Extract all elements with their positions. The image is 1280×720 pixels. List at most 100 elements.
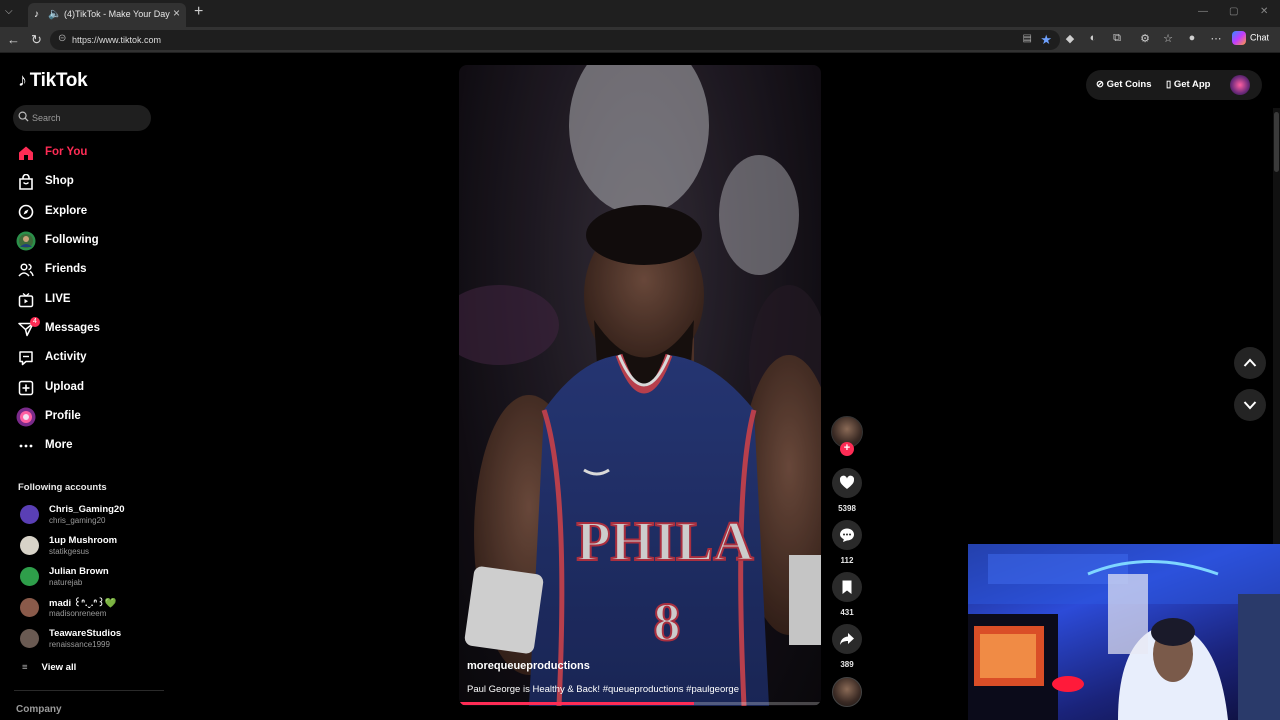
search-input[interactable]: Search (13, 105, 151, 131)
video-player[interactable]: PHILA 8 morequeueproductions Paul George… (459, 65, 821, 706)
nav-activity[interactable]: Activity (16, 346, 166, 370)
logo-text: TikTok (29, 70, 88, 91)
extension-icon[interactable]: ◆ (1063, 32, 1077, 45)
user-avatar[interactable] (1230, 75, 1250, 95)
extensions-puzzle-icon[interactable]: ⧉ (1110, 32, 1124, 45)
minimize-icon[interactable]: — (1198, 6, 1208, 17)
account-handle: renaissance1999 (49, 640, 110, 649)
company-link[interactable]: Company (16, 704, 62, 715)
browser-tab[interactable]: ♪ 🔈 (4)TikTok - Make Your Day × (28, 3, 186, 27)
favorite-star-icon[interactable]: ★ (1040, 32, 1052, 48)
search-icon (18, 111, 29, 122)
account-name: TeawareStudios (49, 628, 122, 639)
address-bar[interactable]: ⊝ https://www.tiktok.com ▤ ★ (50, 30, 1060, 50)
next-video-button[interactable] (1234, 389, 1266, 421)
video-progress-bar[interactable] (459, 702, 821, 705)
nav-more[interactable]: More (16, 434, 166, 458)
copilot-icon (1232, 31, 1246, 45)
account-avatar (20, 567, 39, 586)
account-item[interactable]: TeawareStudios renaissance1999 (18, 626, 168, 652)
account-name: Chris_Gaming20 (49, 504, 125, 515)
refresh-icon[interactable]: ↻ (31, 32, 42, 48)
settings-more-icon[interactable]: ⋯ (1209, 32, 1223, 45)
follow-plus-icon[interactable]: + (840, 442, 854, 456)
profile-avatar-browser-icon[interactable]: ● (1185, 32, 1199, 44)
favorites-icon[interactable]: ☆ (1161, 32, 1175, 45)
nav-label: Profile (45, 410, 81, 422)
close-tab-icon[interactable]: × (173, 6, 180, 20)
site-info-icon[interactable]: ⊝ (58, 33, 66, 44)
nav-label: Messages (45, 322, 100, 334)
comment-button[interactable] (832, 520, 862, 550)
nav-label: Following (45, 234, 99, 246)
like-button[interactable] (832, 468, 862, 498)
nav-messages[interactable]: 4 Messages (16, 317, 166, 341)
url-text: https://www.tiktok.com (72, 35, 162, 45)
comment-icon (840, 528, 854, 542)
account-item[interactable]: Chris_Gaming20 chris_gaming20 (18, 502, 168, 528)
nav-label: Activity (45, 351, 87, 363)
nav-friends[interactable]: Friends (16, 258, 166, 282)
save-count: 431 (840, 608, 854, 617)
nav-label: LIVE (45, 293, 71, 305)
webcam-image (968, 544, 1280, 720)
nav-live[interactable]: LIVE (16, 288, 166, 312)
page-scrollbar[interactable] (1273, 108, 1280, 598)
nav-following[interactable]: Following (16, 229, 166, 253)
following-avatar-icon (16, 231, 36, 251)
nav-label: Upload (45, 381, 84, 393)
account-item[interactable]: 1up Mushroom statikgesus (18, 533, 168, 559)
profile-avatar-icon (16, 407, 36, 427)
reader-mode-icon[interactable]: ▤ (1023, 33, 1032, 44)
account-avatar (20, 536, 39, 555)
compass-icon (18, 204, 34, 220)
get-coins-button[interactable]: ⊘ Get Coins (1096, 79, 1151, 90)
account-item[interactable]: madi ꒰ᐢ.ˬ.ᐢ꒱💚 madisonreneem (18, 595, 168, 621)
tab-list-icon[interactable]: ⌵ (5, 6, 13, 17)
upload-icon (18, 380, 34, 396)
account-handle: madisonreneem (49, 609, 107, 618)
copilot-chat-button[interactable]: Chat (1232, 31, 1269, 45)
account-handle: naturejab (49, 578, 83, 587)
nav-label: For You (45, 146, 88, 158)
maximize-icon[interactable]: ▢ (1229, 6, 1238, 17)
toggle-extension-icon[interactable]: ◐ (1086, 32, 1100, 44)
save-button[interactable] (832, 572, 862, 602)
nav-for-you[interactable]: For You (16, 141, 166, 165)
nav-profile[interactable]: Profile (16, 405, 166, 429)
split-screen-icon[interactable]: ⚙ (1138, 32, 1152, 45)
account-avatar (20, 505, 39, 524)
chevron-down-icon (1243, 401, 1257, 410)
sound-avatar[interactable] (832, 677, 862, 707)
header-actions: ⊘ Get Coins ▯ Get App (1086, 70, 1262, 100)
scrollbar-thumb[interactable] (1274, 112, 1279, 172)
comment-count: 112 (840, 556, 854, 565)
bookmark-icon (842, 580, 852, 594)
nav-shop[interactable]: Shop (16, 170, 166, 194)
close-window-icon[interactable]: ✕ (1260, 6, 1268, 17)
video-author[interactable]: morequeueproductions (467, 660, 590, 672)
nav-upload[interactable]: Upload (16, 376, 166, 400)
account-avatar (20, 629, 39, 648)
new-tab-icon[interactable]: + (194, 3, 203, 21)
share-button[interactable] (832, 624, 862, 654)
nav-explore[interactable]: Explore (16, 200, 166, 224)
tiktok-logo[interactable]: ♪ TikTok (18, 70, 88, 92)
tiktok-favicon-icon: ♪ (34, 9, 39, 20)
view-all-button[interactable]: ≡ View all (22, 662, 76, 673)
shop-icon (19, 174, 33, 190)
get-app-button[interactable]: ▯ Get App (1166, 79, 1210, 90)
video-progress-fill (459, 702, 695, 705)
account-item[interactable]: Julian Brown naturejab (18, 564, 168, 590)
account-name: Julian Brown (49, 566, 109, 577)
account-name: 1up Mushroom (49, 535, 118, 546)
webcam-overlay (968, 544, 1280, 720)
share-count: 389 (840, 660, 854, 669)
friends-icon (18, 263, 34, 277)
back-icon[interactable]: ← (7, 32, 20, 47)
previous-video-button[interactable] (1234, 347, 1266, 379)
video-frame-image: PHILA 8 (459, 65, 821, 706)
speaker-icon[interactable]: 🔈 (48, 7, 62, 20)
share-icon (840, 633, 854, 645)
coin-icon: ⊘ (1096, 79, 1107, 90)
